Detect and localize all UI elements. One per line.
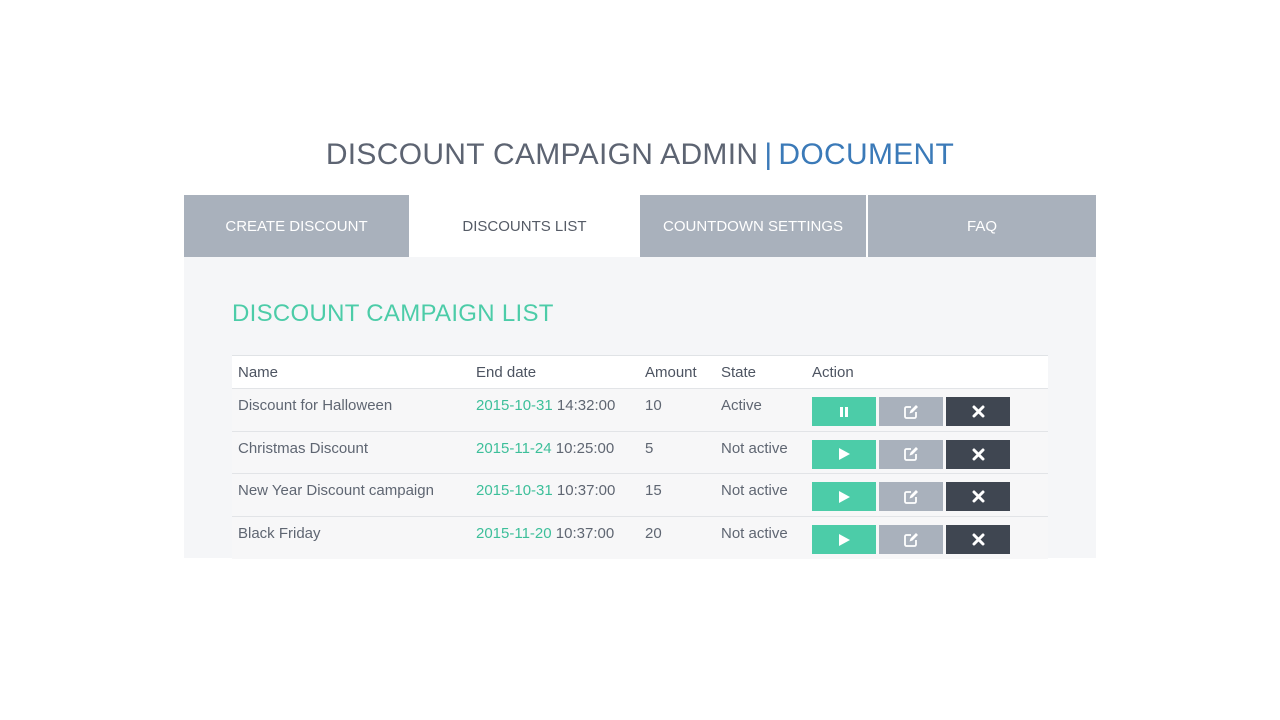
row-end-date: 2015-11-20 10:37:00	[470, 525, 639, 542]
table-row: Discount for Halloween 2015-10-31 14:32:…	[232, 389, 1048, 432]
section-title: DISCOUNT CAMPAIGN LIST	[232, 300, 554, 327]
row-name: New Year Discount campaign	[238, 482, 434, 500]
close-icon	[972, 448, 984, 461]
pause-button[interactable]	[812, 397, 876, 427]
row-end-date: 2015-10-31 14:32:00	[470, 397, 639, 414]
row-end-date: 2015-10-31 10:37:00	[470, 482, 639, 499]
table-row: Christmas Discount 2015-11-24 10:25:00 5…	[232, 431, 1048, 474]
column-header-end-date: End date	[476, 363, 537, 381]
delete-button[interactable]	[946, 397, 1010, 427]
tab-bar: CREATE DISCOUNT DISCOUNTS LIST COUNTDOWN…	[184, 195, 1096, 257]
discount-table: Name End date Amount State Action Discou…	[232, 355, 1048, 559]
tab-create-discount[interactable]: CREATE DISCOUNT	[184, 195, 411, 257]
edit-button[interactable]	[879, 482, 943, 512]
play-icon	[839, 448, 850, 461]
row-actions	[806, 482, 1048, 512]
edit-icon	[904, 404, 918, 419]
edit-icon	[904, 532, 918, 547]
title-accent: DOCUMENT	[778, 138, 955, 171]
row-state: Not active	[721, 482, 788, 500]
play-button[interactable]	[812, 525, 876, 555]
row-actions	[806, 439, 1048, 469]
pause-icon	[840, 406, 848, 417]
row-date: 2015-10-31	[476, 482, 553, 500]
edit-button[interactable]	[879, 525, 943, 555]
row-state: Not active	[721, 525, 788, 543]
tab-countdown-settings[interactable]: COUNTDOWN SETTINGS	[640, 195, 868, 257]
delete-button[interactable]	[946, 525, 1010, 555]
row-amount: 15	[645, 482, 662, 500]
close-icon	[972, 405, 984, 418]
row-date: 2015-11-24	[476, 439, 552, 457]
row-name: Discount for Halloween	[238, 397, 393, 415]
row-name: Black Friday	[238, 525, 321, 543]
row-amount: 20	[645, 525, 662, 543]
table-row: Black Friday 2015-11-20 10:37:00 20 Not …	[232, 516, 1048, 559]
edit-icon	[904, 447, 918, 462]
row-end-date: 2015-11-24 10:25:00	[470, 440, 639, 457]
row-date: 2015-10-31	[476, 397, 553, 415]
delete-button[interactable]	[946, 482, 1010, 512]
column-header-state: State	[721, 363, 757, 381]
close-icon	[972, 533, 984, 546]
row-date: 2015-11-20	[476, 525, 552, 543]
title-separator: |	[764, 138, 773, 171]
play-button[interactable]	[812, 439, 876, 469]
column-header-action: Action	[812, 363, 854, 381]
edit-icon	[904, 489, 918, 504]
page-title: DISCOUNT CAMPAIGN ADMIN | DOCUMENT	[0, 138, 1280, 172]
column-header-name: Name	[238, 363, 279, 381]
play-button[interactable]	[812, 482, 876, 512]
tab-faq[interactable]: FAQ	[868, 195, 1096, 257]
row-amount: 5	[645, 439, 654, 457]
row-name: Christmas Discount	[238, 439, 369, 457]
row-time: 10:37:00	[555, 525, 615, 543]
row-state: Active	[721, 397, 762, 415]
close-icon	[972, 490, 984, 503]
row-time: 10:37:00	[556, 482, 616, 500]
tab-discounts-list[interactable]: DISCOUNTS LIST	[411, 195, 640, 257]
row-state: Not active	[721, 439, 788, 457]
row-actions	[806, 397, 1048, 427]
edit-button[interactable]	[879, 397, 943, 427]
play-icon	[839, 533, 850, 546]
column-header-amount: Amount	[645, 363, 697, 381]
delete-button[interactable]	[946, 439, 1010, 469]
table-row: New Year Discount campaign 2015-10-31 10…	[232, 474, 1048, 517]
play-icon	[839, 490, 850, 503]
content-panel: DISCOUNT CAMPAIGN LIST Name End date Amo…	[184, 257, 1096, 559]
row-actions	[806, 525, 1048, 555]
title-main: DISCOUNT CAMPAIGN ADMIN	[325, 138, 759, 171]
row-amount: 10	[645, 397, 662, 415]
row-time: 10:25:00	[555, 439, 615, 457]
row-time: 14:32:00	[556, 397, 616, 415]
edit-button[interactable]	[879, 439, 943, 469]
table-header: Name End date Amount State Action	[232, 356, 1048, 389]
